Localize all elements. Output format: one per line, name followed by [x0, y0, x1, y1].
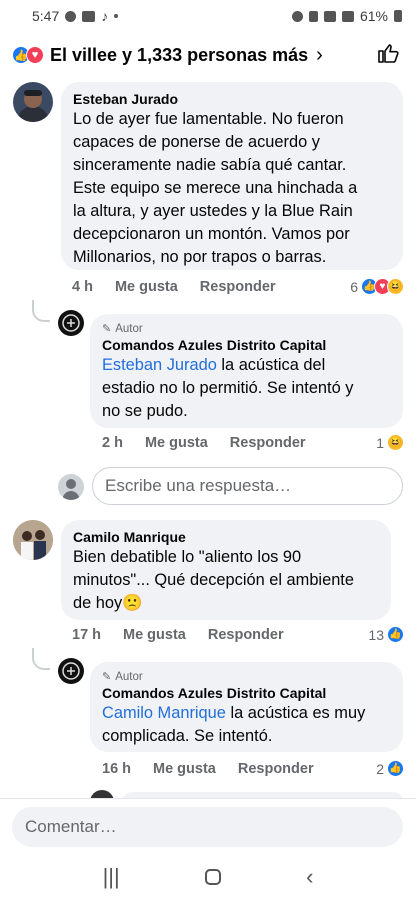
pencil-icon: ✎: [102, 671, 112, 683]
reaction-count: 6: [350, 278, 358, 295]
reply-actions: 2 h Me gusta Responder: [102, 435, 306, 451]
comment-time: 4 h: [72, 279, 93, 295]
battery-level: 61%: [359, 8, 388, 24]
reply-button[interactable]: Responder: [230, 435, 306, 451]
system-nav-bar: ||| ‹: [0, 854, 416, 900]
like-button[interactable]: Me gusta: [153, 761, 216, 777]
comment-actions: 17 h Me gusta Responder: [72, 627, 284, 643]
comment-input[interactable]: Comentar…: [12, 807, 403, 847]
battery-icon: [394, 10, 402, 22]
more-notifications-icon: [114, 14, 119, 18]
comment-author[interactable]: Esteban Jurado: [73, 90, 391, 108]
reply-author[interactable]: Comandos Azules Distrito Capital: [102, 336, 391, 354]
status-bar: 5:47 ♪ 61%: [0, 0, 416, 32]
love-reaction-icon: ♥: [26, 46, 44, 64]
facebook-comments-screen: 5:47 ♪ 61% 👍 ♥ El villee y 1,333 persona…: [0, 0, 416, 900]
reactions-header[interactable]: 👍 ♥ El villee y 1,333 personas más ›: [0, 32, 416, 78]
status-time: 5:47: [32, 8, 60, 24]
pencil-icon: ✎: [102, 323, 112, 335]
reply-time: 16 h: [102, 761, 132, 777]
like-button[interactable]: Me gusta: [115, 279, 178, 295]
thread-connector: [32, 300, 50, 322]
reaction-count: 2: [376, 760, 384, 777]
reply-button[interactable]: Responder: [200, 279, 276, 295]
youtube-icon: [82, 10, 96, 22]
comment-bubble: Camilo Manrique Bien debatible lo "alien…: [61, 520, 391, 620]
mute-icon: [308, 10, 318, 22]
like-outline-icon[interactable]: [376, 41, 400, 65]
reactions-summary[interactable]: El villee y 1,333 personas más: [50, 45, 308, 66]
reply-input[interactable]: Escribe una respuesta…: [92, 467, 403, 505]
tiktok-icon: ♪: [101, 8, 109, 24]
avatar[interactable]: [58, 658, 84, 684]
alarm-icon: [291, 10, 303, 22]
reply-text: Esteban Jurado la acústica del estadio n…: [102, 356, 354, 420]
reply-time: 2 h: [102, 435, 123, 451]
mention-link[interactable]: Esteban Jurado: [102, 356, 217, 374]
reaction-count: 13: [368, 626, 384, 643]
reaction-summary[interactable]: 13 👍: [368, 626, 404, 643]
comment-time: 17 h: [72, 627, 102, 643]
like-reaction-icon: 👍: [387, 626, 404, 643]
reply-author[interactable]: Comandos Azules Distrito Capital: [102, 684, 391, 702]
notification-icon: [65, 10, 77, 22]
signal-icon: [341, 10, 354, 22]
comment-author[interactable]: Camilo Manrique: [73, 528, 379, 546]
haha-reaction-icon: 😆: [387, 278, 404, 295]
comment-text: Bien debatible lo "aliento los 90 minuto…: [73, 548, 354, 612]
like-reaction-icon: 👍: [387, 760, 404, 777]
avatar[interactable]: [58, 310, 84, 336]
reaction-count: 1: [376, 434, 384, 451]
reply-button[interactable]: Responder: [208, 627, 284, 643]
user-avatar: [58, 474, 84, 500]
like-button[interactable]: Me gusta: [123, 627, 186, 643]
reply-text: Camilo Manrique la acústica es muy compl…: [102, 704, 366, 745]
reaction-summary[interactable]: 2 👍: [376, 760, 404, 777]
reaction-summary[interactable]: 6 👍 ♥ 😆: [350, 278, 404, 295]
comment-composer: Comentar…: [0, 798, 416, 854]
reaction-summary[interactable]: 1 😆: [376, 434, 404, 451]
author-badge: ✎ Autor: [102, 671, 143, 683]
recent-apps-icon[interactable]: |||: [103, 864, 120, 890]
haha-reaction-icon: 😆: [387, 434, 404, 451]
reply-actions: 16 h Me gusta Responder: [102, 761, 314, 777]
avatar[interactable]: [13, 520, 53, 560]
reply-bubble: ✎ Autor Comandos Azules Distrito Capital…: [90, 314, 403, 428]
like-button[interactable]: Me gusta: [145, 435, 208, 451]
back-icon[interactable]: ‹: [306, 864, 313, 890]
reply-button[interactable]: Responder: [238, 761, 314, 777]
comment-bubble: Esteban Jurado Lo de ayer fue lamentable…: [61, 82, 403, 270]
reply-bubble: ✎ Autor Comandos Azules Distrito Capital…: [90, 662, 403, 752]
avatar[interactable]: [13, 82, 53, 122]
chevron-right-icon[interactable]: ›: [316, 44, 323, 67]
mention-link[interactable]: Camilo Manrique: [102, 704, 226, 722]
home-icon[interactable]: [204, 869, 221, 885]
comment-actions: 4 h Me gusta Responder: [72, 279, 276, 295]
author-badge: ✎ Autor: [102, 323, 143, 335]
wifi-icon: [323, 10, 336, 22]
thread-connector: [32, 648, 50, 670]
comment-text: Lo de ayer fue lamentable. No fueron cap…: [73, 110, 358, 266]
